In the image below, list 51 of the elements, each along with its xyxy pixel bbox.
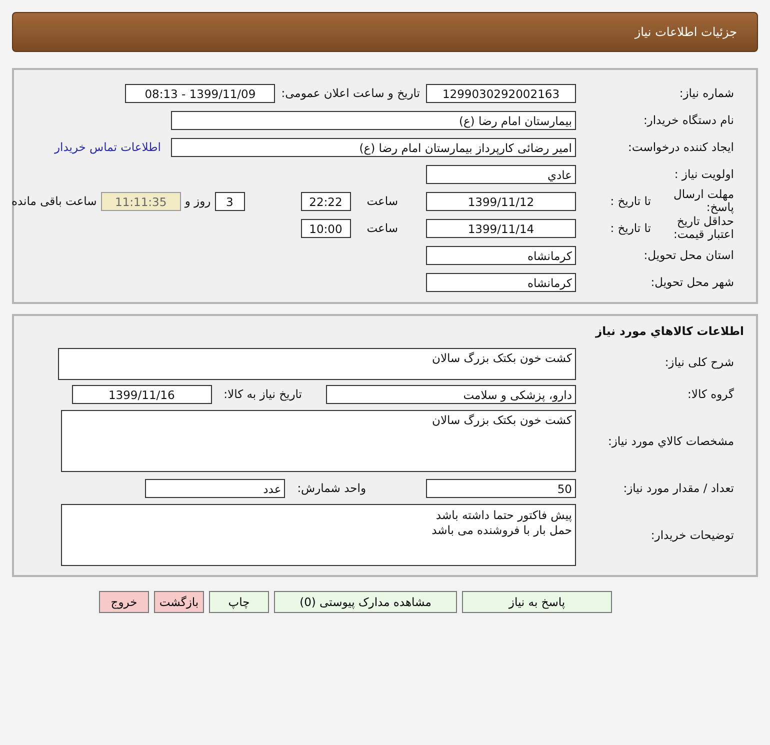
- field-label: نام دستگاه خریدار:: [642, 113, 735, 127]
- field-label: ساعت: [366, 221, 398, 235]
- specs-field: کشت خون بکتک بزرگ سالان: [61, 410, 576, 472]
- announce-date-field: 1399/11/09 - 08:13: [125, 84, 276, 102]
- need-date-field: 1399/11/16: [72, 384, 212, 404]
- field-label: مهلت ارسال پاسخ:: [672, 188, 735, 214]
- action-button[interactable]: مشاهده مدارک پیوستی (0): [274, 591, 457, 613]
- creator-field: امیر رضائی کارپرداز بیمارستان امام رضا (ع): [171, 138, 576, 156]
- days-field: 3: [214, 192, 245, 210]
- note-line: حمل بار با فروشنده می باشد: [430, 523, 572, 538]
- buyer-contact-link[interactable]: اطلاعات تماس خریدار: [54, 140, 161, 154]
- date-field: 1399/11/14: [426, 218, 576, 238]
- unit-field: عدد: [145, 478, 286, 498]
- action-button[interactable]: بازگشت: [154, 591, 204, 613]
- summary-field: کشت خون بکتک بزرگ سالان: [58, 348, 576, 380]
- field-label: ایجاد کننده درخواست:: [627, 140, 735, 154]
- field-label: مشخصات کالاي مورد نیاز:: [606, 434, 735, 448]
- field-label: استان محل تحویل:: [642, 248, 735, 262]
- field-label: شرح کلی نیاز:: [664, 355, 735, 369]
- action-button[interactable]: چاپ: [209, 591, 269, 613]
- field-label: تا تاریخ :: [609, 221, 651, 235]
- date-field: 1399/11/12: [426, 192, 576, 210]
- field-label: اولویت نیاز :: [673, 167, 735, 181]
- action-button[interactable]: پاسخ به نیاز: [462, 591, 612, 613]
- city-field: کرمانشاه: [426, 272, 576, 292]
- field-label: حداقل تاریخ اعتبار قیمت:: [672, 215, 735, 241]
- field-label: روز و: [184, 194, 211, 208]
- field-label: گروه کالا:: [686, 387, 735, 401]
- priority-field: عادي: [426, 164, 576, 184]
- province-field: کرمانشاه: [426, 246, 576, 264]
- field-label: تاریخ و ساعت اعلان عمومی:: [281, 86, 420, 100]
- field-label: تاریخ نیاز به کالا:: [224, 387, 302, 401]
- note-line: پیش فاکتور حتما داشته باشد: [434, 508, 572, 523]
- field-label: ساعت: [366, 194, 398, 208]
- action-button[interactable]: خروج: [99, 591, 149, 613]
- field-label: توضیحات خریدار:: [650, 528, 735, 542]
- goods-group-field: دارو، پزشکی و سلامت: [326, 384, 576, 404]
- field-label: تعداد / مقدار مورد نیاز:: [622, 481, 735, 495]
- field-label: تا تاریخ :: [609, 194, 651, 208]
- page-title: جزئیات اطلاعات نیاز: [634, 25, 737, 39]
- field-label: شماره نیاز:: [678, 86, 735, 100]
- time-field: 22:22: [300, 192, 351, 210]
- field-label: واحد شمارش:: [297, 481, 366, 495]
- section-title: اطلاعات کالاهاي مورد نیاز: [594, 324, 745, 338]
- buyer-field: بیمارستان امام رضا (ع): [171, 110, 576, 130]
- quantity-field: 50: [426, 478, 576, 498]
- field-label: شهر محل تحویل:: [650, 275, 735, 289]
- time-field: 10:00: [300, 218, 351, 238]
- need-number-field: 1299030292002163: [426, 84, 576, 102]
- remaining-time-field: 11:11:35: [100, 192, 181, 210]
- field-label: ساعت باقی مانده: [12, 194, 97, 208]
